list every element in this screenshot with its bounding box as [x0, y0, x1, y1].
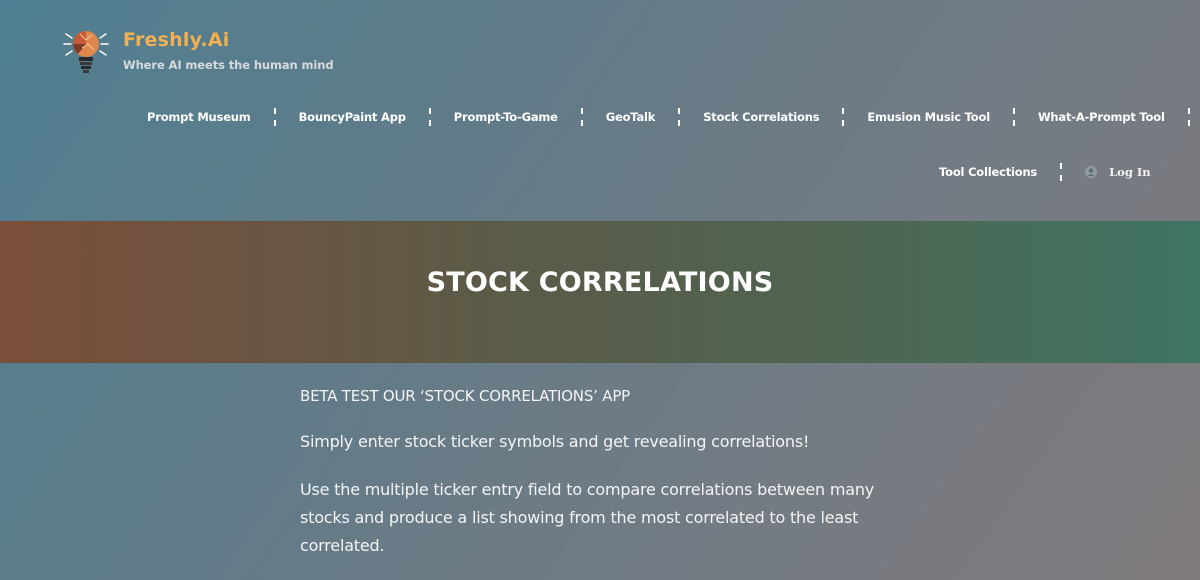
nav-item-what-a-prompt-tool[interactable]: What-A-Prompt Tool — [1038, 110, 1165, 124]
nav-separator — [678, 108, 681, 126]
main-nav: Prompt Museum BouncyPaint App Prompt-To-… — [0, 0, 1200, 221]
nav-row-primary: Prompt Museum BouncyPaint App Prompt-To-… — [147, 106, 1200, 128]
description-paragraph: Use the multiple ticker entry field to c… — [300, 480, 875, 555]
nav-separator — [273, 108, 276, 126]
intro-paragraph: Simply enter stock ticker symbols and ge… — [300, 432, 810, 451]
hero-banner: STOCK CORRELATIONS — [0, 221, 1200, 363]
nav-item-prompt-to-game[interactable]: Prompt-To-Game — [454, 110, 558, 124]
nav-item-tool-collections[interactable]: Tool Collections — [939, 165, 1037, 179]
nav-item-stock-correlations[interactable]: Stock Correlations — [703, 110, 819, 124]
nav-item-prompt-museum[interactable]: Prompt Museum — [147, 110, 251, 124]
user-circle-icon — [1085, 166, 1098, 178]
nav-separator — [842, 108, 845, 126]
nav-separator — [580, 108, 583, 126]
nav-separator — [1060, 163, 1063, 181]
login-link[interactable]: Log In — [1085, 165, 1151, 179]
nav-item-geotalk[interactable]: GeoTalk — [606, 110, 656, 124]
beta-heading: BETA TEST OUR ‘STOCK CORRELATIONS’ APP — [300, 387, 631, 405]
main-content: BETA TEST OUR ‘STOCK CORRELATIONS’ APP S… — [300, 384, 900, 555]
nav-item-emusion-music-tool[interactable]: Emusion Music Tool — [867, 110, 990, 124]
page-title: STOCK CORRELATIONS — [426, 267, 774, 299]
site-header: Freshly.Ai Where AI meets the human mind… — [0, 0, 1200, 221]
nav-row-secondary: Tool Collections Log In — [939, 161, 1151, 183]
nav-separator — [1012, 108, 1015, 126]
nav-separator — [1187, 108, 1190, 126]
nav-separator — [428, 108, 431, 126]
login-label: Log In — [1109, 165, 1151, 179]
nav-item-bouncypaint-app[interactable]: BouncyPaint App — [299, 110, 406, 124]
